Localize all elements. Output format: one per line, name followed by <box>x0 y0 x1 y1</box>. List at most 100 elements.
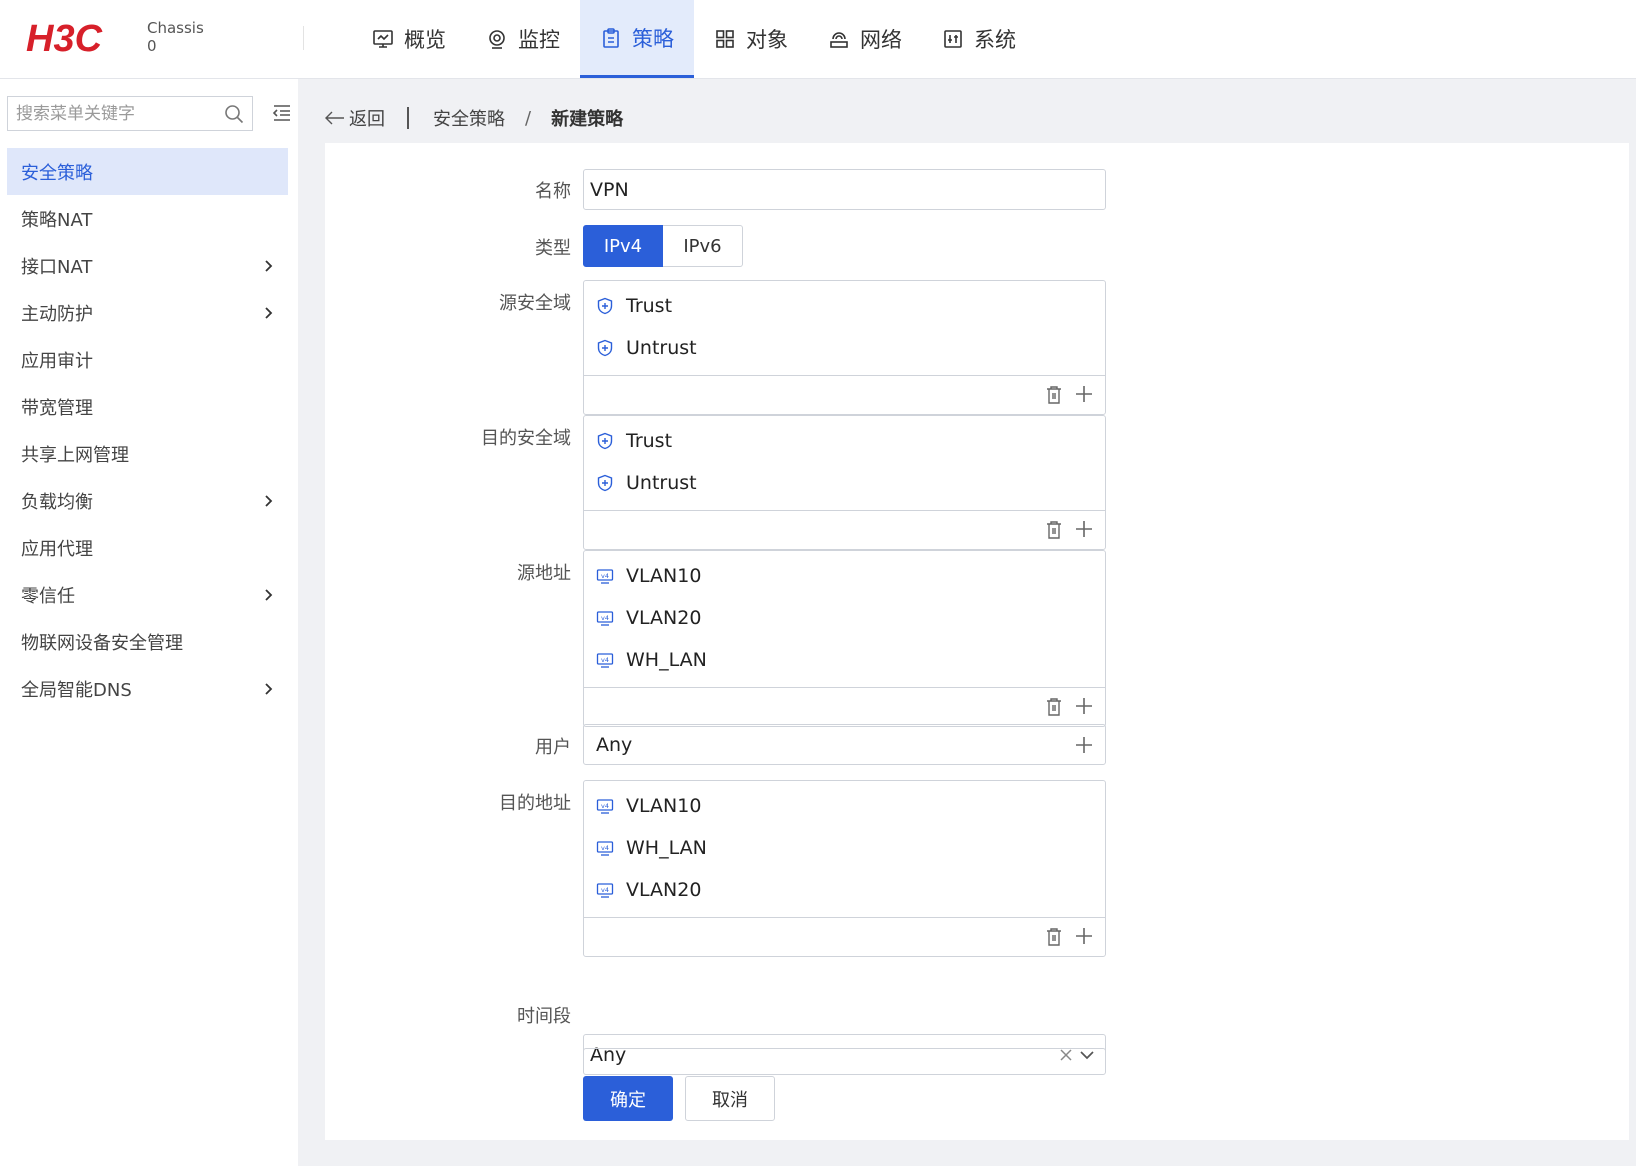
system-icon <box>944 30 962 48</box>
list-item[interactable]: Untrust <box>584 327 1105 369</box>
plus-icon[interactable] <box>1075 927 1093 945</box>
sidebar-item-active-defense[interactable]: 主动防护 <box>7 289 288 336</box>
menu-label: 全局智能DNS <box>21 679 132 701</box>
chevron-right-icon <box>265 494 273 507</box>
network-icon <box>830 32 848 48</box>
chevron-right-icon <box>265 588 273 601</box>
list-item[interactable]: v4 VLAN20 <box>584 869 1105 911</box>
type-label: 类型 <box>535 238 571 259</box>
nav-policy[interactable]: 策略 <box>580 0 694 78</box>
dst-addr-label: 目的地址 <box>499 793 571 814</box>
sidebar-item-iot-security[interactable]: 物联网设备安全管理 <box>7 618 288 665</box>
sidebar-item-app-audit[interactable]: 应用审计 <box>7 336 288 383</box>
zone-name: Trust <box>626 295 673 317</box>
zone-name: Untrust <box>626 472 697 494</box>
menu-label: 带宽管理 <box>21 397 93 419</box>
search-icon[interactable] <box>224 104 244 124</box>
top-header: H3C Chassis 0 概览 监控 策略 对象 网络 系统 <box>0 0 1636 79</box>
menu-label: 应用代理 <box>21 538 93 560</box>
arrow-left-icon <box>325 111 344 125</box>
list-item[interactable]: Untrust <box>584 462 1105 504</box>
address-name: VLAN20 <box>626 879 702 901</box>
ipv6-option[interactable]: IPv6 <box>663 225 743 267</box>
menu-search-input[interactable] <box>14 97 218 130</box>
address-name: VLAN10 <box>626 565 702 587</box>
name-label: 名称 <box>535 181 571 202</box>
nav-label: 网络 <box>860 28 902 52</box>
sidebar-item-zero-trust[interactable]: 零信任 <box>7 571 288 618</box>
plus-icon[interactable] <box>1075 520 1093 538</box>
chassis-label: Chassis <box>147 19 204 37</box>
plus-icon[interactable] <box>1075 736 1093 754</box>
ipv4-address-icon: v4 <box>596 799 614 814</box>
back-link[interactable]: 返回 <box>325 105 385 131</box>
chevron-right-icon <box>265 259 273 272</box>
zone-name: Untrust <box>626 337 697 359</box>
list-item[interactable]: v4 VLAN10 <box>584 785 1105 827</box>
ipv4-address-icon: v4 <box>596 569 614 584</box>
breadcrumb-parent[interactable]: 安全策略 <box>433 105 505 131</box>
list-item[interactable]: Trust <box>584 285 1105 327</box>
trash-icon[interactable] <box>1045 520 1063 540</box>
svg-text:v4: v4 <box>601 802 609 810</box>
trash-icon[interactable] <box>1045 697 1063 717</box>
menu-label: 主动防护 <box>21 303 93 325</box>
sidebar-item-global-dns[interactable]: 全局智能DNS <box>7 665 288 712</box>
nav-label: 系统 <box>974 28 1016 52</box>
list-item[interactable]: v4 VLAN10 <box>584 555 1105 597</box>
nav-label: 策略 <box>632 26 674 51</box>
user-value: Any <box>596 733 633 756</box>
sidebar-item-app-proxy[interactable]: 应用代理 <box>7 524 288 571</box>
ipv4-option[interactable]: IPv4 <box>583 225 663 267</box>
chevron-right-icon <box>265 682 273 695</box>
chassis-value: 0 <box>147 37 157 55</box>
trash-icon[interactable] <box>1045 927 1063 947</box>
src-zone-label: 源安全域 <box>499 293 571 314</box>
svg-text:H3C: H3C <box>26 18 103 58</box>
collapse-menu-icon[interactable] <box>272 104 292 122</box>
nav-network[interactable]: 网络 <box>808 0 922 78</box>
sidebar-item-bandwidth[interactable]: 带宽管理 <box>7 383 288 430</box>
shield-icon <box>597 339 613 357</box>
sidebar-item-load-balance[interactable]: 负载均衡 <box>7 477 288 524</box>
address-name: VLAN10 <box>626 795 702 817</box>
sidebar-item-policy-nat[interactable]: 策略NAT <box>7 195 288 242</box>
sidebar-item-interface-nat[interactable]: 接口NAT <box>7 242 288 289</box>
sidebar-item-shared-internet[interactable]: 共享上网管理 <box>7 430 288 477</box>
nav-object[interactable]: 对象 <box>694 0 808 78</box>
sidebar: 安全策略 策略NAT 接口NAT 主动防护 应用审计 带宽管理 共享上网管理 负… <box>0 79 298 1166</box>
shield-icon <box>597 432 613 450</box>
trash-icon[interactable] <box>1045 385 1063 405</box>
menu-label: 物联网设备安全管理 <box>21 632 183 654</box>
plus-icon[interactable] <box>1075 385 1093 403</box>
confirm-button[interactable]: 确定 <box>583 1076 673 1121</box>
dst-zone-label: 目的安全域 <box>481 428 571 449</box>
list-item[interactable]: v4 WH_LAN <box>584 827 1105 869</box>
list-item[interactable]: v4 VLAN20 <box>584 597 1105 639</box>
address-name: WH_LAN <box>626 837 707 859</box>
nav-monitor[interactable]: 监控 <box>466 0 580 78</box>
src-addr-list: v4 VLAN10 v4 VLAN20 v4 WH_LAN <box>583 550 1106 727</box>
breadcrumb-separator: / <box>525 107 532 129</box>
menu-label: 零信任 <box>21 585 75 607</box>
list-item[interactable]: Trust <box>584 420 1105 462</box>
list-item[interactable]: v4 WH_LAN <box>584 639 1105 681</box>
user-input[interactable]: Any <box>583 724 1106 765</box>
nav-overview[interactable]: 概览 <box>352 0 466 78</box>
menu-label: 安全策略 <box>21 162 93 184</box>
menu-label: 接口NAT <box>21 256 93 278</box>
shield-icon <box>597 474 613 492</box>
src-zone-list: Trust Untrust <box>583 280 1106 415</box>
plus-icon[interactable] <box>1075 697 1093 715</box>
list-actions <box>584 510 1105 549</box>
cancel-button[interactable]: 取消 <box>685 1076 775 1121</box>
nav-label: 对象 <box>746 28 788 52</box>
user-label: 用户 <box>535 737 571 758</box>
sidebar-item-security-policy[interactable]: 安全策略 <box>7 148 288 195</box>
nav-system[interactable]: 系统 <box>922 0 1036 78</box>
time-range-label: 时间段 <box>517 1006 571 1027</box>
h3c-logo: H3C <box>26 18 103 58</box>
name-value: VPN <box>590 178 629 201</box>
sidebar-menu: 安全策略 策略NAT 接口NAT 主动防护 应用审计 带宽管理 共享上网管理 负… <box>7 148 288 712</box>
name-input[interactable]: VPN <box>583 169 1106 210</box>
